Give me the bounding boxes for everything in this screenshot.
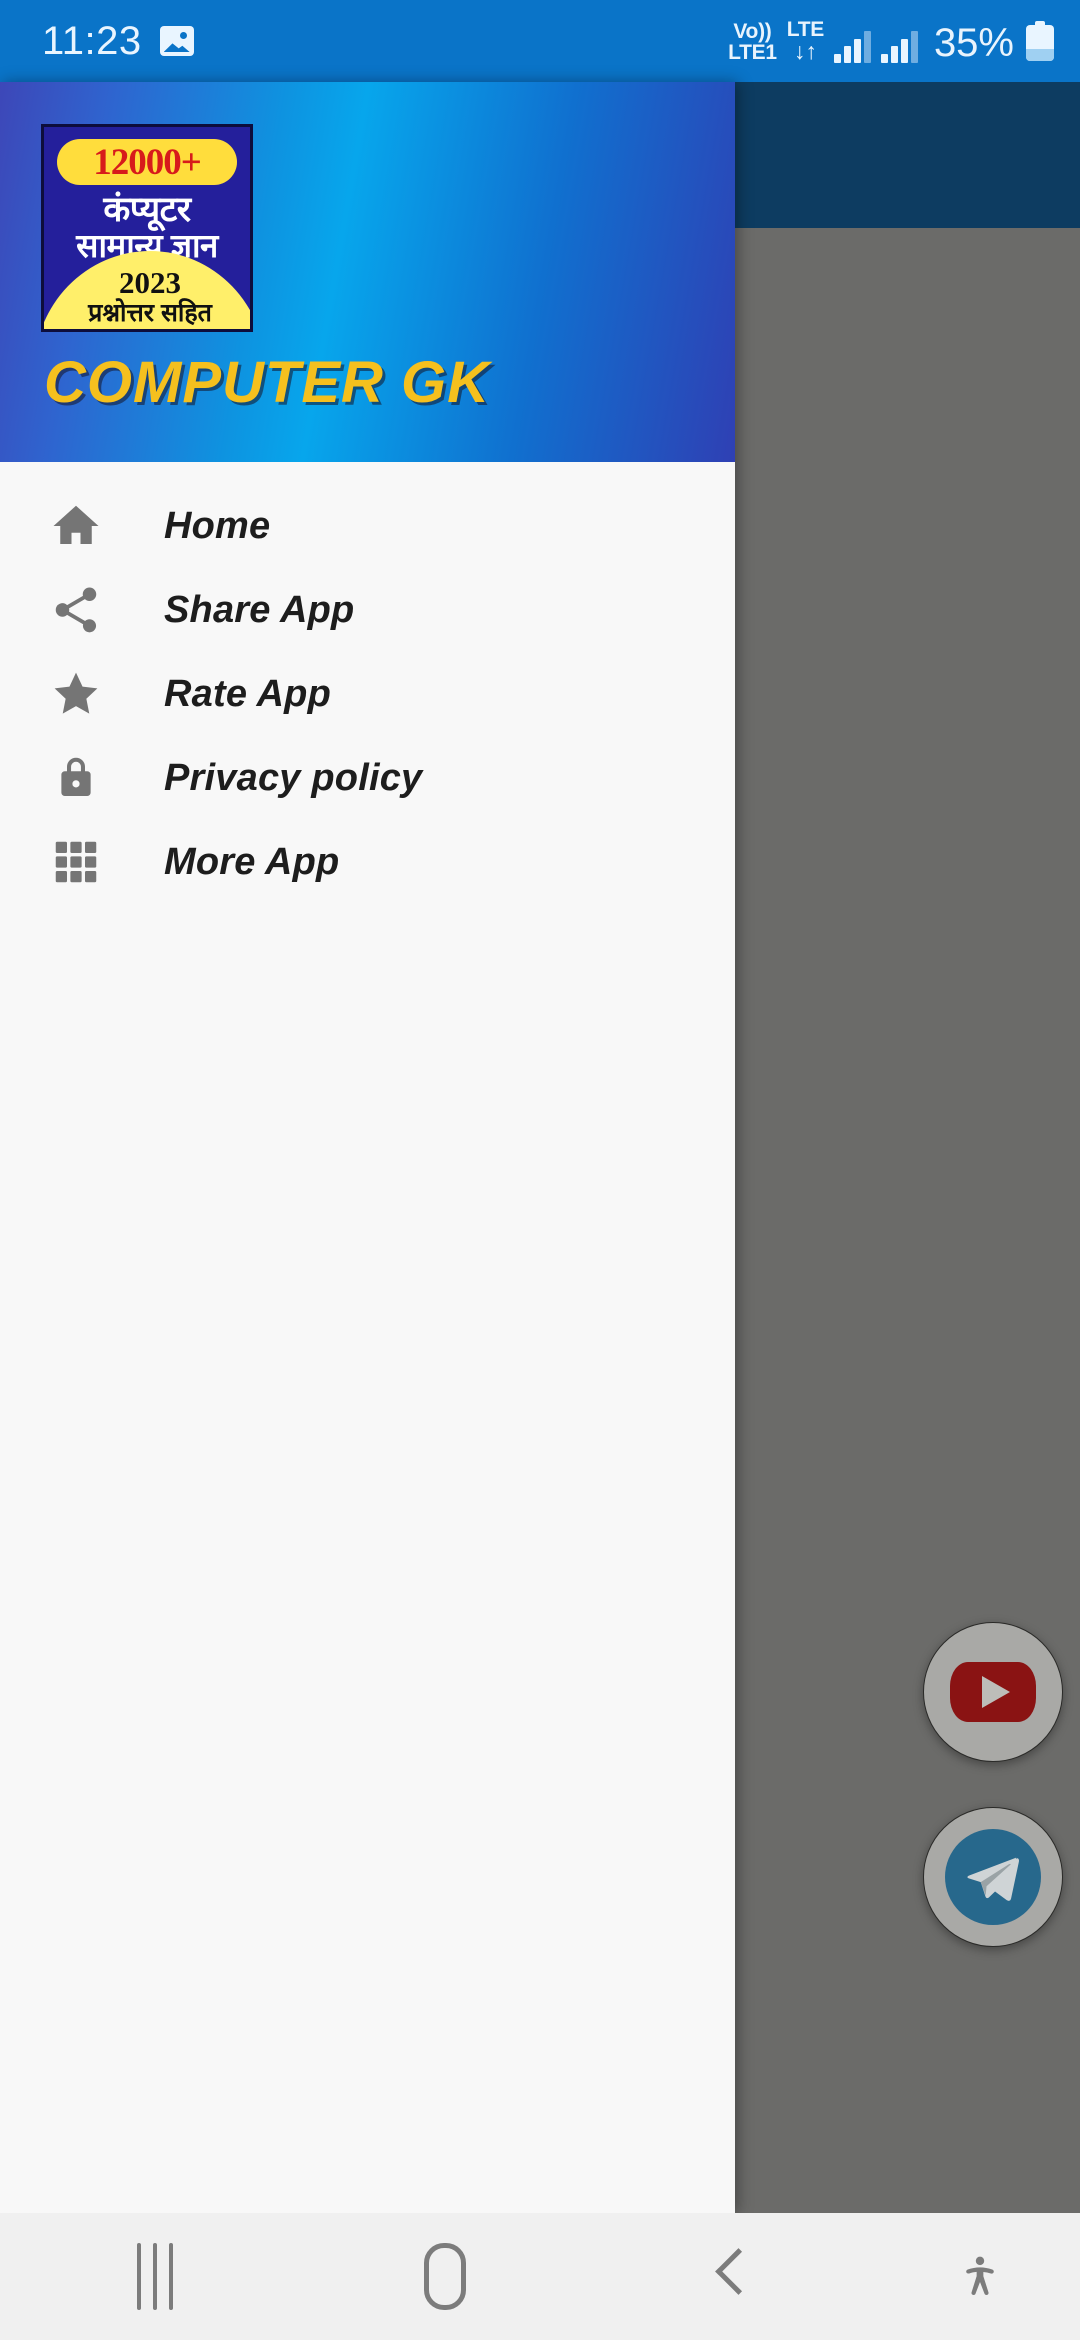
logo-year: 2023 [119,265,181,300]
battery-percent: 35% [933,21,1014,65]
sidebar-item-label-privacy-policy: Privacy policy [164,756,423,799]
status-bar-left: 11:23 [42,19,194,64]
app-logo: 12000+ कंप्यूटर सामान्य ज्ञान 2023 प्रश्… [41,124,253,332]
navigation-drawer: 12000+ कंप्यूटर सामान्य ज्ञान 2023 प्रश्… [0,82,735,2213]
volte-indicator: Vo)) LTE1 [728,21,777,63]
logo-count-text: 12000+ [93,141,202,183]
drawer-header: 12000+ कंप्यूटर सामान्य ज्ञान 2023 प्रश्… [0,82,735,462]
youtube-fab[interactable] [923,1622,1063,1762]
phone-screen: 11:23 Vo)) LTE1 LTE ↓↑ 35% 12000+ कंप्यू… [0,0,1080,2340]
sidebar-item-label-home: Home [164,504,271,547]
status-bar: 11:23 Vo)) LTE1 LTE ↓↑ 35% [0,0,1080,82]
telegram-icon [945,1829,1041,1925]
lte-label: LTE [786,18,825,41]
back-button[interactable] [580,2213,880,2340]
image-icon [159,26,194,56]
accessibility-icon [957,2246,1003,2308]
drawer-title: COMPUTER GK [44,350,490,415]
grid-apps-icon [40,835,112,889]
sidebar-item-label-share-app: Share App [164,588,355,631]
data-transfer-arrows-icon: ↓↑ [793,38,817,64]
share-icon [40,583,112,637]
lte-indicator: LTE ↓↑ [786,18,825,64]
home-button-icon [424,2243,466,2310]
recents-icon [137,2243,173,2310]
volte-label-bottom: LTE1 [728,41,777,64]
sidebar-item-share-app[interactable]: Share App [0,568,735,652]
logo-count-badge: 12000+ [57,139,237,185]
accessibility-button[interactable] [880,2213,1080,2340]
signal-bars-icon-1 [833,31,871,63]
logo-hindi-line-1: कंप्यूटर [103,190,191,229]
sidebar-item-more-app[interactable]: More App [0,820,735,904]
system-navigation-bar [0,2213,1080,2340]
status-bar-right: Vo)) LTE1 LTE ↓↑ 35% [728,19,1054,63]
telegram-fab[interactable] [923,1807,1063,1947]
volte-label-top: Vo)) [733,20,772,43]
sidebar-item-label-more-app: More App [164,840,340,883]
sidebar-item-privacy-policy[interactable]: Privacy policy [0,736,735,820]
status-clock: 11:23 [42,18,142,63]
logo-subtitle: प्रश्नोत्तर सहित [88,299,212,327]
sidebar-item-rate-app[interactable]: Rate App [0,652,735,736]
logo-dome: 2023 प्रश्नोत्तर सहित [44,251,250,329]
signal-bars-icon-2 [880,31,918,63]
back-icon [713,2250,747,2304]
sidebar-item-home[interactable]: Home [0,484,735,568]
sidebar-item-label-rate-app: Rate App [164,672,331,715]
star-icon [40,667,112,721]
lock-icon [40,751,112,805]
battery-icon [1026,21,1054,61]
recents-button[interactable] [0,2213,310,2340]
home-icon [40,499,112,553]
drawer-menu: Home Share App Rate App Privacy policy M… [0,462,735,2213]
home-button[interactable] [310,2213,580,2340]
youtube-icon [950,1662,1036,1722]
